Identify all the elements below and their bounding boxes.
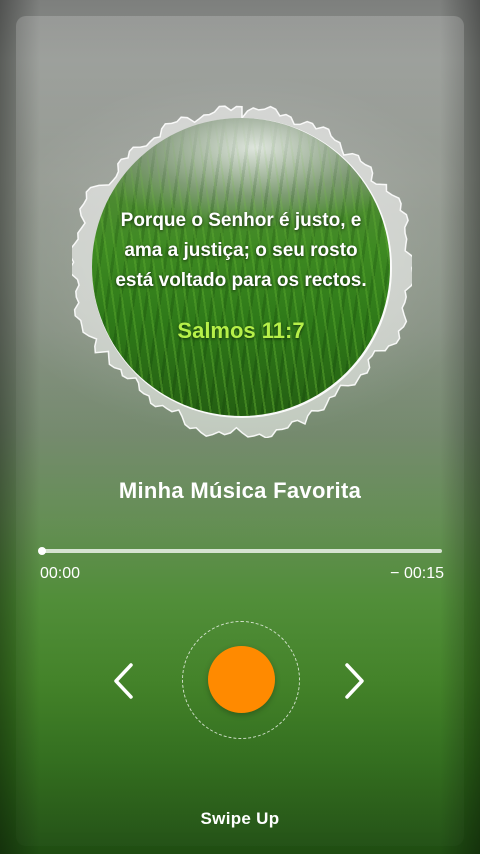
verse-line: está voltado para os rectos.	[115, 270, 367, 291]
verse-text: Porque o Senhor é justo, e ama a justiça…	[92, 206, 390, 296]
verse-line: Porque o Senhor é justo, e	[120, 210, 362, 231]
player-screen: Porque o Senhor é justo, e ama a justiça…	[0, 0, 480, 854]
song-title: Minha Música Favorita	[118, 478, 362, 503]
verse-reference: Salmos 11:7	[177, 318, 305, 343]
chevron-left-icon	[114, 663, 133, 699]
elapsed-time: 00:00	[40, 565, 81, 582]
remaining-time: − 00:15	[390, 565, 444, 582]
album-art: Porque o Senhor é justo, e ama a justiça…	[72, 98, 412, 438]
album-art-image: Porque o Senhor é justo, e ama a justiça…	[92, 118, 390, 416]
progress-knob[interactable]	[38, 547, 46, 555]
swipe-up-hint[interactable]: Swipe Up	[0, 809, 480, 829]
verse-line: ama a justiça; o seu rosto	[124, 240, 358, 261]
play-button[interactable]	[208, 646, 275, 713]
previous-button[interactable]	[102, 659, 146, 703]
progress-bar[interactable]	[38, 547, 442, 555]
next-button[interactable]	[332, 659, 376, 703]
chevron-right-icon	[345, 663, 364, 699]
